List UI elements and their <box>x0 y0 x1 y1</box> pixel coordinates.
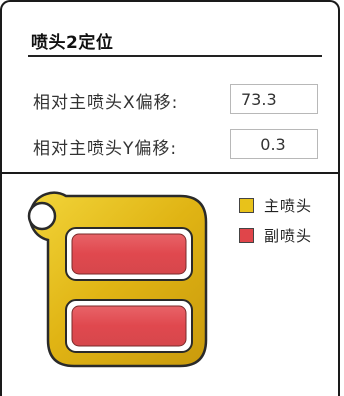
secondary-nozzle-top <box>65 227 193 281</box>
legend-label-secondary: 副喷头 <box>264 227 313 245</box>
lower-section-border <box>0 174 2 396</box>
section-divider <box>0 172 340 174</box>
x-offset-input[interactable] <box>230 84 318 114</box>
legend-swatch-main <box>239 198 254 213</box>
legend-swatch-secondary <box>239 228 254 243</box>
title-underline <box>28 55 322 57</box>
legend-secondary-nozzle: 副喷头 <box>239 225 312 246</box>
y-offset-label: 相对主喷头Y偏移: <box>33 139 178 159</box>
nozzle-layout-diagram <box>27 191 208 368</box>
x-offset-label: 相对主喷头X偏移: <box>33 93 179 113</box>
legend-label-main: 主喷头 <box>264 197 313 215</box>
y-offset-input[interactable] <box>230 129 318 159</box>
panel-title: 喷头2定位 <box>31 33 114 53</box>
legend-main-nozzle: 主喷头 <box>239 195 312 216</box>
secondary-nozzle-bottom <box>65 299 193 353</box>
